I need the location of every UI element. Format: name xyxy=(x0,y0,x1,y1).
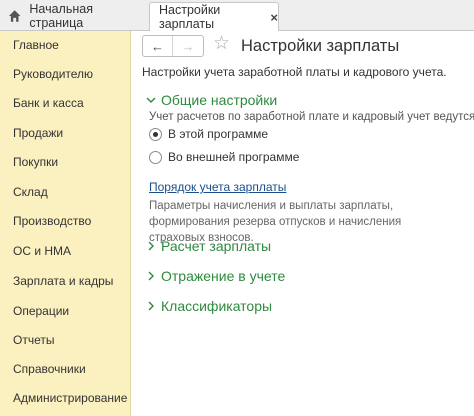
sidebar-item-manager[interactable]: Руководителю xyxy=(13,67,93,81)
radio-option-this-program[interactable]: В этой программе xyxy=(149,127,268,141)
sidebar-item-warehouse[interactable]: Склад xyxy=(13,185,48,199)
sidebar-item-fixed-assets[interactable]: ОС и НМА xyxy=(13,244,71,258)
back-button[interactable]: ← xyxy=(143,36,173,56)
chevron-right-icon xyxy=(148,301,154,311)
sidebar-item-reports[interactable]: Отчеты xyxy=(13,333,54,347)
chevron-down-icon xyxy=(146,97,156,103)
close-icon[interactable]: × xyxy=(270,11,278,24)
accounting-mode-label: Учет расчетов по заработной плате и кадр… xyxy=(149,111,474,123)
main-content: ← → ☆ Настройки зарплаты Настройки учета… xyxy=(131,31,474,416)
page-title: Настройки зарплаты xyxy=(241,37,400,55)
radio-button-unchecked[interactable] xyxy=(149,150,162,164)
navigation-buttons: ← → xyxy=(142,35,204,57)
radio-option-external-program-label: Во внешней программе xyxy=(168,150,300,164)
sidebar-item-production[interactable]: Производство xyxy=(13,214,91,228)
section-accounting-reflection[interactable]: Отражение в учете xyxy=(144,268,285,284)
radio-option-this-program-label: В этой программе xyxy=(168,127,269,141)
section-salary-calculation-title: Расчет зарплаты xyxy=(161,238,272,254)
section-salary-calculation[interactable]: Расчет зарплаты xyxy=(144,238,271,254)
forward-button[interactable]: → xyxy=(173,36,203,56)
sidebar-item-bank-cash[interactable]: Банк и касса xyxy=(13,96,84,110)
home-icon xyxy=(8,10,21,22)
tab-salary-settings-label: Настройки зарплаты xyxy=(159,3,221,31)
sidebar-item-sales[interactable]: Продажи xyxy=(13,126,63,140)
radio-option-external-program[interactable]: Во внешней программе xyxy=(149,150,299,164)
star-icon[interactable]: ☆ xyxy=(213,34,230,53)
sidebar-item-purchases[interactable]: Покупки xyxy=(13,155,58,169)
radio-button-checked[interactable] xyxy=(149,127,162,141)
sidebar-item-operations[interactable]: Операции xyxy=(13,304,69,318)
sidebar-item-administration[interactable]: Администрирование xyxy=(13,391,127,405)
sidebar-item-salary-hr[interactable]: Зарплата и кадры xyxy=(13,274,113,288)
section-accounting-reflection-title: Отражение в учете xyxy=(161,268,286,284)
section-general-settings[interactable]: Общие настройки xyxy=(144,92,277,108)
chevron-right-icon xyxy=(148,271,154,281)
tab-salary-settings[interactable]: Настройки зарплаты × xyxy=(149,2,279,31)
salary-accounting-procedure-link[interactable]: Порядок учета зарплаты xyxy=(149,180,286,194)
sidebar: Главное Руководителю Банк и касса Продаж… xyxy=(0,31,131,416)
section-classifiers-title: Классификаторы xyxy=(161,298,273,314)
sidebar-item-references[interactable]: Справочники xyxy=(13,362,86,376)
page-subtitle: Настройки учета заработной платы и кадро… xyxy=(142,65,447,79)
chevron-right-icon xyxy=(148,241,154,251)
tab-home[interactable]: Начальная страница xyxy=(0,2,145,30)
tab-bar: Начальная страница Настройки зарплаты × xyxy=(0,0,474,31)
section-classifiers[interactable]: Классификаторы xyxy=(144,298,272,314)
tab-home-label: Начальная страница xyxy=(29,2,93,30)
section-general-settings-title: Общие настройки xyxy=(161,92,278,108)
sidebar-item-main[interactable]: Главное xyxy=(13,38,59,52)
